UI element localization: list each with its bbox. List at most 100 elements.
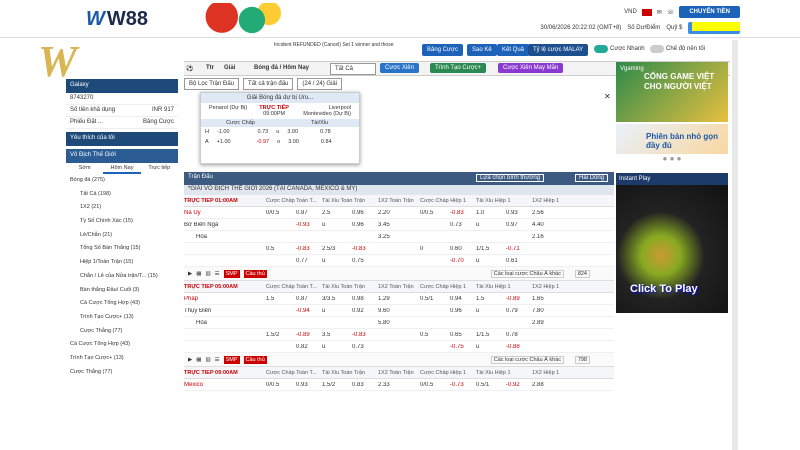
popup-h2: Tài/Xỉu — [310, 120, 329, 126]
sao-ke-button[interactable]: Sao Kê — [467, 44, 497, 56]
world-cup-header[interactable]: Vô Địch Thế Giới — [66, 149, 178, 163]
match-table: Trận Đấu Lựa chọn bình thường Hai Dòng *… — [184, 172, 614, 450]
header: W W88 VND ✉ ☏ CHUYỂN TIỀN 30/06/2026 20:2… — [0, 0, 800, 38]
sidebar-item[interactable]: Trình Tạo Cược+ (13) — [66, 311, 178, 325]
sidebar-item[interactable]: Cược Thắng (77) — [66, 325, 178, 339]
galaxy-header[interactable]: Galaxy — [66, 79, 178, 93]
sidebar-item[interactable]: Cá Cược Tổng Hợp (43) — [66, 297, 178, 311]
tab-hom-nay[interactable]: Hôm Nay — [103, 163, 141, 174]
table-row: Bờ Biển Ngà -0.93 u 0.96 3.45 0.73 u 0.97 4.40 — [184, 219, 614, 231]
lang-select[interactable]: VND — [624, 9, 637, 15]
tab-giai[interactable]: Giải — [224, 65, 235, 71]
more-bets-select[interactable]: Các loại cược Châu Á khác — [490, 269, 564, 278]
count-select[interactable]: 798 — [574, 355, 590, 364]
banner-dots[interactable]: ● ● ● — [616, 154, 728, 163]
xien-may-man-button[interactable]: Cược Xiên May Mắn — [498, 63, 564, 73]
popup-time: 09:00PM — [263, 111, 286, 117]
column-headers: TRỰC TIẾP 09:00AM Cược Chấp Toàn T... Tài… — [184, 367, 614, 379]
ticker-text: Incident REFUNDED (Cancel) Set 1 winner … — [274, 42, 394, 48]
close-icon[interactable]: ✕ — [604, 92, 611, 101]
favorites-header[interactable]: Yêu thích của tôi — [66, 132, 178, 146]
balance-label: Số Dư/Điểm — [627, 25, 661, 31]
trinh-tao-button[interactable]: Trình Tạo Cược+ — [430, 63, 487, 73]
sport-date-label: Bóng đá / Hôm Nay — [254, 65, 310, 71]
sidebar-item[interactable]: Bàn thắng Đầu/ Cuối (3) — [66, 284, 178, 298]
smp-button[interactable]: SMP — [223, 355, 240, 364]
sidebar-item[interactable]: Tất Cả (198) — [66, 188, 178, 202]
ket-qua-button[interactable]: Kết Quả — [497, 44, 530, 56]
tab-truc-tiep[interactable]: Trực tiếp — [141, 163, 178, 174]
stats-icon[interactable]: ▥ — [205, 271, 210, 277]
count-select[interactable]: 824 — [574, 269, 590, 278]
sidebar: Galaxy 8743270 Số tiền khả dụng INR 917 P… — [66, 76, 178, 450]
popup-away: Liverpool Montevideo (Dự Bị) — [303, 105, 351, 117]
time-tabs: Sớm Hôm Nay Trực tiếp — [66, 163, 178, 174]
list-icon[interactable]: ☰ — [215, 271, 220, 277]
field-icon[interactable]: ▦ — [196, 357, 201, 363]
play-icon[interactable]: ▶ — [188, 271, 192, 277]
click-to-play-banner[interactable]: Click To Play — [616, 185, 728, 313]
table-row: Na Uy 0/0.5 0.87 2.5 0.96 2.20 0/0.5 -0.83 1.0 0.… — [184, 207, 614, 219]
odds-select[interactable]: Tỷ lệ cược MALAY — [528, 44, 589, 56]
sidebar-item[interactable]: Lẻ/Chẵn (21) — [66, 229, 178, 243]
list-icon[interactable]: ☰ — [215, 357, 220, 363]
lines-select[interactable]: Hai Dòng — [574, 174, 608, 182]
sidebar-item[interactable]: 1X2 (21) — [66, 201, 178, 215]
league-header[interactable]: *GIẢI VÔ ĐỊCH THẾ GIỚI 2026 (TẠI CANADA,… — [184, 185, 614, 195]
right-column: Vgaming CỔNG GAME VIỆT CHO NGƯỜI VIỆT Ph… — [616, 62, 728, 450]
sidebar-bottom-item[interactable]: Cược Thắng (77) — [66, 366, 178, 380]
table-row: Thụy Điển -0.94 u 0.92 9.60 0.96 u 0.79 7.80 — [184, 305, 614, 317]
popup-title: Giải Bóng đá dự bị Uru... — [201, 93, 359, 103]
soccer-icon[interactable]: ⚽ — [186, 65, 193, 72]
tab-som[interactable]: Sớm — [66, 163, 103, 174]
balance-box — [692, 22, 740, 31]
soccer-menu[interactable]: Bóng đá (275) — [66, 174, 178, 188]
sidebar-item[interactable]: Chẵn / Lẻ của Nửa trận/T... (15) — [66, 270, 178, 284]
top-toolbar: Incident REFUNDED (Cancel) Set 1 winner … — [184, 40, 730, 62]
balance-row: Số tiền khả dụng INR 917 — [66, 105, 178, 117]
transfer-button[interactable]: CHUYỂN TIỀN — [679, 6, 740, 18]
tab-ttr[interactable]: Ttr — [206, 65, 214, 71]
all-select[interactable]: Tất Cả — [330, 63, 376, 75]
instant-play-header: Instant Play — [616, 173, 728, 185]
sidebar-item[interactable]: Tổng Số Bàn Thắng (15) — [66, 242, 178, 256]
betslip-row[interactable]: Phiếu Đặt ... Bảng Cược — [66, 117, 178, 129]
quy-label: Quỹ $ — [666, 25, 683, 31]
sidebar-item[interactable]: Tỷ Số Chính Xác (15) — [66, 215, 178, 229]
fast-bet-label: Cược Nhanh — [610, 46, 645, 52]
flag-icon — [641, 8, 652, 16]
table-row: Mexico 0/0.5 0.93 1.5/2 0.83 2.33 0/0.5 -0.73 0.… — [184, 379, 614, 391]
w88-logo[interactable]: W W88 — [86, 8, 148, 31]
popup-home: Penarol (Dự Bị) — [209, 105, 248, 111]
mail-icon[interactable]: ✉ — [657, 9, 662, 16]
sidebar-item[interactable]: Hiệp 1/Toàn Trận (15) — [66, 256, 178, 270]
stats-icon[interactable]: ▥ — [205, 357, 210, 363]
table-row: 1.5/2 -0.89 3.5 -0.83 0.5 0.65 1/1.5 0.78 — [184, 329, 614, 341]
smp-button[interactable]: SMP — [223, 269, 240, 278]
sidebar-bottom-item[interactable]: Cá Cược Tổng Hợp (43) — [66, 338, 178, 352]
match-controls: ▶ ▦ ▥ ☰ SMP Cầu thủ Các loại cược Châu Á kh… — [184, 353, 614, 367]
popup-row: A +1.00 -0.97 o 3.00 0.84 — [205, 139, 332, 145]
vgaming-banner[interactable]: Vgaming CỔNG GAME VIỆT CHO NGƯỜI VIỆT — [616, 62, 728, 122]
field-icon[interactable]: ▦ — [196, 271, 201, 277]
sidebar-bottom-item[interactable]: Trình Tạo Cược+ (13) — [66, 352, 178, 366]
play-icon[interactable]: ▶ — [188, 357, 192, 363]
support-icon[interactable]: ☏ — [667, 9, 675, 16]
bang-cuoc-button[interactable]: Bảng Cược — [422, 44, 463, 56]
fast-bet-toggle[interactable] — [594, 45, 608, 53]
table-row: 0.82 u 0.73 -0.75 u -0.88 — [184, 341, 614, 353]
time-text: 30/06/2026 20:22:02 (GMT+8) — [540, 25, 622, 31]
compact-banner[interactable]: Phiên bản nhỏ gọn đầy đủ — [616, 124, 728, 154]
player-button[interactable]: Cầu thủ — [243, 355, 267, 364]
all-matches-select[interactable]: Tất cả trận đấu — [243, 78, 294, 90]
cuoc-xien-button[interactable]: Cược Xiên — [380, 63, 419, 73]
scrollbar[interactable] — [732, 40, 738, 450]
more-bets-select[interactable]: Các loại cược Châu Á khác — [490, 355, 564, 364]
mascot-image — [196, 3, 282, 37]
player-button[interactable]: Cầu thủ — [243, 269, 267, 278]
live-popup[interactable]: Giải Bóng đá dự bị Uru... Penarol (Dự Bị… — [200, 92, 360, 164]
dark-mode-toggle[interactable] — [650, 45, 664, 53]
match-filter-select[interactable]: Bộ Lọc Trận Đấu — [184, 78, 240, 90]
table-row: Pháp 1.5 0.87 3/3.5 0.98 1.29 0.5/1 0.94 1.5 -0.8… — [184, 293, 614, 305]
sort-select[interactable]: Lựa chọn bình thường — [475, 174, 544, 182]
